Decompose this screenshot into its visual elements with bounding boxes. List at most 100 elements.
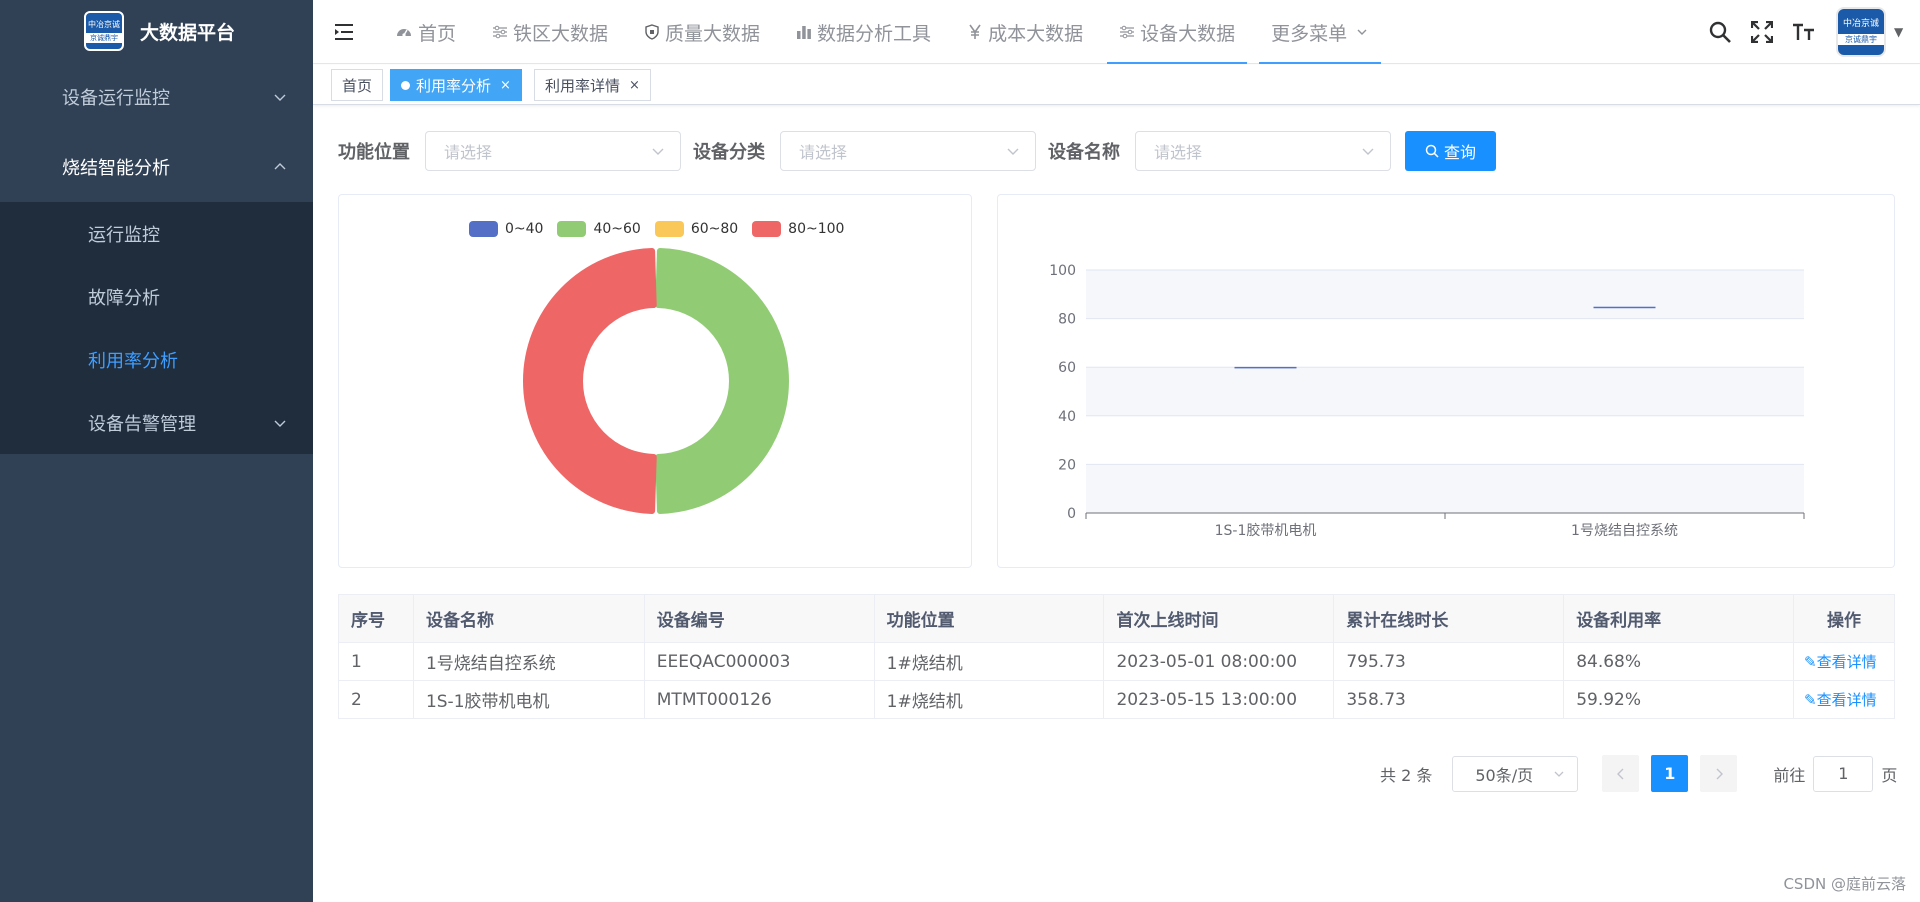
page-size-select[interactable]: 50条/页 [1452, 755, 1579, 792]
topnav-more[interactable]: 更多菜单 [1259, 0, 1382, 64]
column-header: 设备编号 [643, 594, 875, 643]
view-detail-label: 查看详情 [1816, 691, 1877, 709]
column-header: 首次上线时间 [1103, 594, 1335, 643]
right-toolbar: 中冶京诚 京诚鼎宇 ▼ [1706, 0, 1920, 64]
app-title: 大数据平台 [140, 21, 236, 44]
cell-location: 1#烧结机 [873, 680, 1105, 719]
top-navbar: 首页 铁区大数据 质量大数据 数据分析工具 成本大数据 设备大数据 更多菜单 中… [313, 0, 1920, 64]
topnav-label: 成本大数据 [988, 22, 1084, 45]
tag-label: 利用率详情 [545, 76, 621, 95]
next-page-button[interactable] [1700, 755, 1738, 792]
goto-page-input[interactable]: 1 [1813, 755, 1874, 792]
cell-online-hours: 795.73 [1333, 642, 1565, 681]
grid-band [1086, 270, 1804, 319]
menu-sinter-analysis[interactable]: 烧结智能分析 [0, 132, 313, 202]
hamburger-icon[interactable] [333, 20, 357, 44]
submenu-item-utilization[interactable]: 利用率分析 [0, 328, 313, 391]
pagination: 共 2 条 50条/页 1 前往 1 页 [1380, 755, 1897, 792]
cell-online-hours: 358.73 [1333, 680, 1565, 719]
page-number-current[interactable]: 1 [1651, 755, 1689, 792]
cell-utilization: 84.68% [1563, 642, 1795, 681]
edit-icon: ✎ [1804, 653, 1817, 671]
bar-chart: 0 20 40 60 80 100 1S-1胶带机电机 1号烧结自控系统 [1049, 263, 1805, 539]
y-tick-label: 0 [1067, 506, 1076, 522]
location-label: 功能位置 [338, 142, 410, 163]
cell-name: 1号烧结自控系统 [412, 642, 645, 681]
location-select[interactable]: 请选择 [425, 131, 681, 171]
caret-down-icon[interactable]: ▼ [1894, 25, 1906, 39]
chevron-down-icon [274, 94, 286, 101]
bar-chart-icon [796, 24, 812, 40]
tag-label: 利用率分析 [416, 76, 492, 95]
query-button[interactable]: 查询 [1405, 131, 1496, 171]
donut-slice[interactable] [655, 248, 789, 514]
topnav-quality[interactable]: 质量大数据 [632, 0, 772, 64]
yen-icon [967, 24, 983, 40]
topnav-home[interactable]: 首页 [383, 0, 468, 64]
bar-mark[interactable] [1234, 366, 1297, 369]
topnav-cost[interactable]: 成本大数据 [955, 0, 1095, 64]
menu-equipment-monitor[interactable]: 设备运行监控 [0, 62, 313, 132]
search-icon[interactable] [1706, 18, 1734, 46]
select-placeholder: 请选择 [444, 143, 493, 162]
tag-label: 首页 [342, 76, 373, 95]
view-detail-link[interactable]: ✎查看详情 [1793, 680, 1895, 719]
name-label: 设备名称 [1048, 142, 1120, 163]
filter-form: 功能位置 请选择 设备分类 请选择 设备名称 请选择 查询 [338, 131, 1496, 171]
topnav-label: 数据分析工具 [817, 22, 932, 45]
sliders-icon [1119, 24, 1135, 40]
logo-bar: 中冶京诚 京诚鼎宇 大数据平台 [0, 0, 313, 62]
page-size-value: 50条/页 [1475, 765, 1534, 785]
y-tick-label: 100 [1049, 263, 1076, 279]
sliders-icon [492, 24, 508, 40]
topnav-analysis-tool[interactable]: 数据分析工具 [784, 0, 943, 64]
chevron-down-icon [652, 148, 664, 155]
topnav-label: 首页 [418, 22, 457, 45]
shield-icon [644, 24, 660, 40]
bar-mark[interactable] [1593, 306, 1656, 309]
y-tick-label: 80 [1058, 312, 1076, 328]
select-placeholder: 请选择 [1154, 143, 1203, 162]
chevron-left-icon [1616, 768, 1624, 779]
topnav-equipment[interactable]: 设备大数据 [1107, 0, 1248, 64]
x-tick-label: 1S-1胶带机电机 [1215, 522, 1317, 539]
topnav-label: 质量大数据 [665, 22, 761, 45]
donut-slice[interactable] [523, 248, 657, 514]
grid-band [1086, 464, 1804, 513]
cell-code: MTMT000126 [643, 680, 875, 719]
donut-chart-card: 0~40 40~60 60~80 80~100 [338, 194, 972, 568]
cell-location: 1#烧结机 [873, 642, 1105, 681]
category-select[interactable]: 请选择 [780, 131, 1036, 171]
prev-page-button[interactable] [1602, 755, 1640, 792]
topnav-label: 设备大数据 [1140, 22, 1236, 45]
font-size-icon[interactable] [1790, 18, 1818, 46]
fullscreen-icon[interactable] [1748, 18, 1776, 46]
topnav-iron[interactable]: 铁区大数据 [480, 0, 620, 64]
cell-name: 1S-1胶带机电机 [412, 680, 645, 719]
search-icon [1425, 144, 1439, 158]
avatar[interactable]: 中冶京诚 京诚鼎宇 [1836, 7, 1886, 57]
table-header-row: 序号 设备名称 设备编号 功能位置 首次上线时间 累计在线时长 设备利用率 操作 [338, 594, 1895, 643]
query-button-label: 查询 [1443, 143, 1476, 162]
table-row: 2 1S-1胶带机电机 MTMT000126 1#烧结机 2023-05-15 … [338, 680, 1895, 719]
close-icon[interactable]: × [629, 78, 640, 93]
menu-label: 烧结智能分析 [62, 158, 170, 179]
equipment-table: 序号 设备名称 设备编号 功能位置 首次上线时间 累计在线时长 设备利用率 操作… [338, 594, 1895, 719]
column-header: 操作 [1793, 594, 1895, 643]
tag-utilization-analysis[interactable]: 利用率分析 × [390, 69, 522, 101]
submenu-item-run-monitor[interactable]: 运行监控 [0, 202, 313, 265]
view-detail-link[interactable]: ✎查看详情 [1793, 642, 1895, 681]
cell-no: 1 [338, 642, 414, 681]
bar-chart-card: 0 20 40 60 80 100 1S-1胶带机电机 1号烧结自控系统 [997, 194, 1895, 568]
menu-label: 设备运行监控 [62, 88, 170, 109]
logo-top-text: 中冶京诚 [88, 19, 120, 29]
cell-utilization: 59.92% [1563, 680, 1795, 719]
close-icon[interactable]: × [500, 78, 511, 93]
tag-utilization-detail[interactable]: 利用率详情 × [534, 69, 651, 101]
avatar-bottom-text: 京诚鼎宇 [1838, 34, 1884, 45]
submenu-item-fault-analysis[interactable]: 故障分析 [0, 265, 313, 328]
submenu-item-alarm-management[interactable]: 设备告警管理 [0, 391, 313, 454]
submenu-label: 运行监控 [88, 224, 160, 246]
name-select[interactable]: 请选择 [1135, 131, 1391, 171]
tag-home[interactable]: 首页 [331, 69, 384, 101]
